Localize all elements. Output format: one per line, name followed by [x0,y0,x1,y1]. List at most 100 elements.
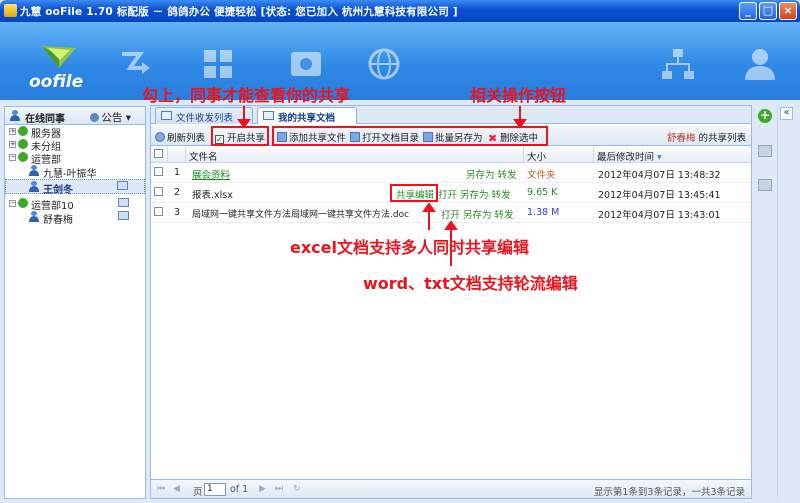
file-size: 9.65 K [527,187,558,198]
oofile-logo-icon [42,46,76,68]
column-header-size[interactable]: 大小 [524,147,594,163]
tab-label: 我的共享文档 [278,113,336,124]
group-icon [18,152,28,162]
tree-user[interactable]: 九慧-叶振华 [5,164,145,180]
modified-date: 2012年04月07日 13:43:01 [598,210,721,221]
expand-icon[interactable]: + [9,128,16,135]
forward-link[interactable]: 转发 [492,190,511,201]
file-name-link[interactable]: 展会资料 [189,163,233,182]
collapse-icon[interactable]: − [9,154,16,161]
contact-card-icon[interactable] [118,211,129,220]
tree-group-operations[interactable]: − 运营部 [5,151,145,166]
globe-icon[interactable] [366,46,402,82]
shared-file-grid: 文件名 大小 最后修改时间 ▾ 1 展会资料 另存为 转发 文件夹 2012年04… [151,147,751,223]
open-link[interactable]: 打开 [441,210,460,221]
announcement-button[interactable]: 公告 ▾ [90,110,131,125]
checkbox-icon[interactable] [154,207,163,216]
file-name[interactable]: 局域网一键共享文件方法局域网一键共享文件方法.doc [189,203,412,222]
expand-panel-icon[interactable]: « [780,107,793,120]
tree-label: 王剑冬 [43,185,73,196]
tree-group-operations10[interactable]: − 运营部10 [5,197,145,212]
contact-card-icon[interactable] [118,198,129,207]
last-page-icon[interactable]: ⏭ [275,484,285,494]
row-checkbox[interactable] [151,163,168,182]
select-all-checkbox[interactable] [151,147,168,162]
next-page-icon[interactable]: ▶ [259,484,269,494]
refresh-button[interactable]: 刷新列表 [155,130,205,144]
annotation-enable-share-note: 勾上，同事才能查看你的共享 [142,86,351,105]
table-row[interactable]: 2 报表.xlsx 共享编辑 打开 另存为 转发 9.65 K 2012年04月07日… [151,183,751,203]
colleague-tree[interactable]: + 服务器 + 未分组 − 运营部 九慧-叶振华 王剑冬 − 运营部10 舒春梅 [5,125,145,226]
shared-docs-icon [263,111,274,120]
column-header-filename[interactable]: 文件名 [186,147,524,163]
prev-page-icon[interactable]: ◀ [173,484,183,494]
collapse-icon[interactable]: − [9,200,16,207]
close-button[interactable]: × [779,2,797,20]
row-actions: 打开 另存为 转发 [438,203,520,222]
file-name[interactable]: 报表.xlsx [189,183,236,202]
forward-link[interactable]: 转发 [495,210,514,221]
org-chart-icon[interactable] [660,46,696,82]
grid-header: 文件名 大小 最后修改时间 ▾ [151,147,751,163]
title-bar[interactable]: 九慧 ooFile 1.70 标配版 － 鸽鸽办公 便捷轻松 [状态: 您已加入… [0,0,800,22]
tree-label: 舒春梅 [43,215,73,226]
refresh-page-icon[interactable]: ↻ [293,484,303,494]
checkbox-icon[interactable] [154,187,163,196]
transfer-list-icon [161,111,172,120]
save-as-link[interactable]: 另存为 [460,190,489,201]
send-icon[interactable] [758,145,772,157]
page-total: of 1 [230,484,249,495]
save-as-link[interactable]: 另存为 [466,170,495,181]
checkbox-icon[interactable] [154,149,163,158]
grid-icon[interactable] [200,46,236,82]
page-label: 页 [193,487,203,498]
column-header-modified[interactable]: 最后修改时间 ▾ [594,147,751,163]
first-page-icon[interactable]: ⏮ [157,484,167,494]
expand-icon[interactable]: + [9,141,16,148]
tree-user-selected[interactable]: 王剑冬 [5,179,145,196]
user-icon [29,165,39,176]
sort-desc-icon: ▾ [657,152,662,163]
row-number-header [168,147,186,162]
main-area: 在线同事 公告 ▾ + 服务器 + 未分组 − 运营部 九慧-叶振华 王剑冬 − 运营部… [0,100,800,503]
content-panel: 文件收发列表 我的共享文档 刷新列表 ✓ 开启共享 添加共享文件 打开文档目录 批… [150,105,752,499]
transfer-icon[interactable] [118,46,154,82]
collapsed-side-panel: « [777,105,795,499]
owner-name: 舒春梅 [666,133,696,144]
modified-header-label: 最后修改时间 [597,152,655,163]
add-icon[interactable]: + [758,109,772,123]
receive-icon[interactable] [758,179,772,191]
tab-file-transfer[interactable]: 文件收发列表 [155,107,253,124]
tree-group-server[interactable]: + 服务器 [5,125,145,140]
file-size: 文件夹 [527,170,556,181]
row-checkbox[interactable] [151,183,168,202]
announcement-label: 公告 [101,112,123,124]
table-row[interactable]: 1 展会资料 另存为 转发 文件夹 2012年04月07日 13:48:32 [151,163,751,183]
pagination-bar: ⏮ ◀ 页 1 of 1 ▶ ⏭ ↻ 显示第1条到3条记录，一共3条记录 [151,479,751,498]
maximize-button[interactable]: □ [759,2,777,20]
group-icon [18,139,28,149]
forward-link[interactable]: 转发 [498,170,517,181]
tree-group-ungrouped[interactable]: + 未分组 [5,138,145,153]
page-number-input[interactable]: 1 [204,483,226,496]
checkbox-icon[interactable] [154,167,163,176]
tree-user[interactable]: 舒春梅 [5,210,145,226]
tab-my-shared-docs[interactable]: 我的共享文档 [257,107,357,124]
minimize-button[interactable]: _ [739,2,757,20]
safe-icon[interactable] [288,46,324,82]
annotation-box-share-edit [390,184,438,202]
contact-card-icon[interactable] [117,181,128,190]
row-number: 2 [174,187,181,198]
row-actions: 另存为 转发 [463,163,523,182]
table-row[interactable]: 3 局域网一键共享文件方法局域网一键共享文件方法.doc 打开 另存为 转发 1.3… [151,203,751,223]
user-icon[interactable] [742,46,778,82]
user-icon [29,181,39,192]
shared-list-owner: 舒春梅 的共享列表 [667,130,746,144]
app-window: 九慧 ooFile 1.70 标配版 － 鸽鸽办公 便捷轻松 [状态: 您已加入… [0,0,800,503]
open-link[interactable]: 打开 [438,190,457,201]
tab-label: 文件收发列表 [176,113,234,124]
row-checkbox[interactable] [151,203,168,222]
save-as-link[interactable]: 另存为 [463,210,492,221]
tab-strip: 文件收发列表 我的共享文档 [151,106,751,124]
annotation-excel-note: excel文档支持多人同时共享编辑 [290,238,529,257]
